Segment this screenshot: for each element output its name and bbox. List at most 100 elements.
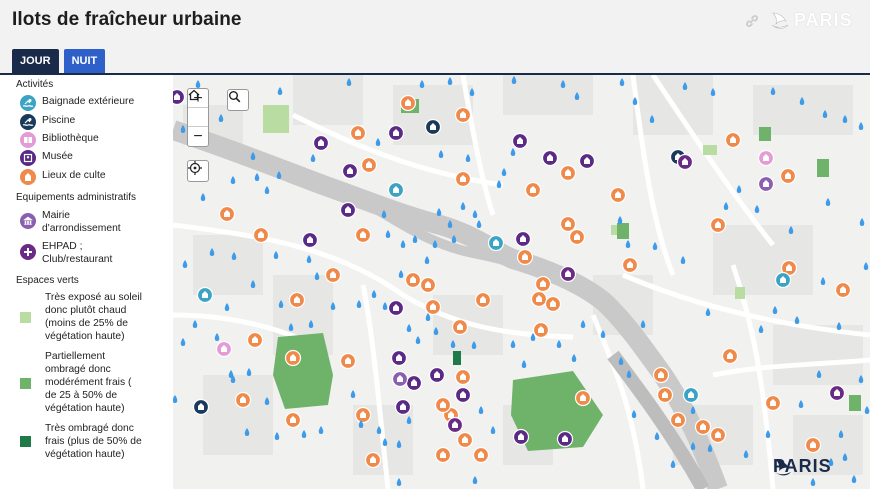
temple-icon[interactable] bbox=[652, 366, 670, 384]
temple-icon[interactable] bbox=[364, 451, 382, 469]
temple-icon[interactable] bbox=[656, 386, 674, 404]
museum-icon[interactable] bbox=[405, 374, 423, 392]
temple-icon[interactable] bbox=[532, 321, 550, 339]
temple-icon[interactable] bbox=[559, 164, 577, 182]
legend-item-bibliotheque: Bibliothèque bbox=[20, 132, 99, 148]
temple-icon[interactable] bbox=[544, 295, 562, 313]
temple-icon[interactable] bbox=[454, 368, 472, 386]
temple-icon[interactable] bbox=[354, 226, 372, 244]
temple-icon[interactable] bbox=[399, 94, 417, 112]
swimmer-icon[interactable] bbox=[424, 118, 442, 136]
temple-icon[interactable] bbox=[709, 216, 727, 234]
swimmer-outdoor-icon[interactable] bbox=[387, 181, 405, 199]
swimmer-icon[interactable] bbox=[192, 398, 210, 416]
temple-icon[interactable] bbox=[234, 391, 252, 409]
temple-icon[interactable] bbox=[454, 170, 472, 188]
tab-jour[interactable]: JOUR bbox=[12, 49, 59, 73]
temple-icon[interactable] bbox=[669, 411, 687, 429]
temple-icon[interactable] bbox=[246, 331, 264, 349]
temple-icon[interactable] bbox=[516, 248, 534, 266]
temple-icon[interactable] bbox=[451, 318, 469, 336]
temple-icon[interactable] bbox=[534, 275, 552, 293]
temple-icon[interactable] bbox=[694, 418, 712, 436]
temple-icon[interactable] bbox=[779, 167, 797, 185]
temple-icon[interactable] bbox=[349, 124, 367, 142]
temple-icon[interactable] bbox=[834, 281, 852, 299]
museum-icon[interactable] bbox=[387, 299, 405, 317]
link-icon[interactable] bbox=[744, 13, 760, 29]
temple-icon[interactable] bbox=[559, 215, 577, 233]
temple-icon[interactable] bbox=[764, 394, 782, 412]
home-button[interactable] bbox=[188, 89, 208, 127]
legend-section-equipements: Equipements administratifs bbox=[16, 192, 137, 203]
swimmer-outdoor-icon[interactable] bbox=[682, 386, 700, 404]
museum-icon[interactable] bbox=[556, 430, 574, 448]
temple-icon[interactable] bbox=[709, 426, 727, 444]
museum-icon[interactable] bbox=[339, 201, 357, 219]
temple-icon[interactable] bbox=[404, 271, 422, 289]
legend-label: végétation haute) bbox=[45, 331, 125, 342]
temple-icon[interactable] bbox=[568, 228, 586, 246]
museum-icon[interactable] bbox=[428, 366, 446, 384]
temple-icon[interactable] bbox=[609, 186, 627, 204]
temple-icon[interactable] bbox=[354, 406, 372, 424]
temple-icon[interactable] bbox=[424, 298, 442, 316]
temple-icon[interactable] bbox=[434, 396, 452, 414]
temple-icon[interactable] bbox=[524, 181, 542, 199]
museum-icon[interactable] bbox=[301, 231, 319, 249]
temple-icon[interactable] bbox=[472, 446, 490, 464]
temple-icon[interactable] bbox=[530, 290, 548, 308]
legend-section-espaces: Espaces verts bbox=[16, 275, 79, 286]
museum-icon[interactable] bbox=[341, 162, 359, 180]
museum-icon[interactable] bbox=[173, 88, 186, 106]
temple-icon[interactable] bbox=[456, 431, 474, 449]
museum-icon[interactable] bbox=[514, 230, 532, 248]
temple-icon[interactable] bbox=[252, 226, 270, 244]
book-icon[interactable] bbox=[757, 149, 775, 167]
temple-icon[interactable] bbox=[419, 276, 437, 294]
cross-icon[interactable] bbox=[828, 384, 846, 402]
tab-nuit[interactable]: NUIT bbox=[63, 49, 106, 73]
museum-icon[interactable] bbox=[511, 132, 529, 150]
temple-icon[interactable] bbox=[434, 446, 452, 464]
cross-icon[interactable] bbox=[559, 265, 577, 283]
town-hall-icon[interactable] bbox=[757, 175, 775, 193]
temple-icon[interactable] bbox=[724, 131, 742, 149]
temple-icon[interactable] bbox=[284, 411, 302, 429]
map-canvas[interactable]: + − PARIS bbox=[173, 75, 870, 489]
temple-icon[interactable] bbox=[339, 352, 357, 370]
museum-icon[interactable] bbox=[541, 149, 559, 167]
zoom-out-button[interactable]: − bbox=[188, 127, 208, 146]
temple-icon[interactable] bbox=[284, 349, 302, 367]
museum-icon[interactable] bbox=[512, 428, 530, 446]
legend-item-espace-1: Très exposé au soleil donc plutôt chaud … bbox=[20, 291, 142, 343]
cross-icon[interactable] bbox=[676, 153, 694, 171]
museum-icon[interactable] bbox=[394, 398, 412, 416]
museum-icon[interactable] bbox=[390, 349, 408, 367]
paris-logo-text: PARIS bbox=[794, 9, 853, 30]
temple-icon[interactable] bbox=[474, 291, 492, 309]
temple-icon[interactable] bbox=[574, 389, 592, 407]
museum-icon[interactable] bbox=[454, 386, 472, 404]
search-button[interactable] bbox=[227, 89, 249, 111]
museum-icon[interactable] bbox=[387, 124, 405, 142]
swimmer-outdoor-icon[interactable] bbox=[774, 271, 792, 289]
museum-icon[interactable] bbox=[578, 152, 596, 170]
temple-icon[interactable] bbox=[454, 106, 472, 124]
temple-icon[interactable] bbox=[218, 205, 236, 223]
book-icon[interactable] bbox=[215, 340, 233, 358]
temple-icon[interactable] bbox=[324, 266, 342, 284]
locate-button[interactable] bbox=[187, 160, 209, 182]
temple-icon[interactable] bbox=[288, 291, 306, 309]
temple-icon[interactable] bbox=[721, 347, 739, 365]
cross-icon[interactable] bbox=[446, 416, 464, 434]
museum-icon[interactable] bbox=[312, 134, 330, 152]
swimmer-outdoor-icon[interactable] bbox=[487, 234, 505, 252]
temple-icon[interactable] bbox=[621, 256, 639, 274]
town-hall-icon[interactable] bbox=[391, 370, 409, 388]
legend-label: Mairie bbox=[42, 210, 71, 221]
temple-icon[interactable] bbox=[804, 436, 822, 454]
temple-icon[interactable] bbox=[360, 156, 378, 174]
swimmer-outdoor-icon[interactable] bbox=[196, 286, 214, 304]
swimmer-icon bbox=[20, 114, 36, 130]
